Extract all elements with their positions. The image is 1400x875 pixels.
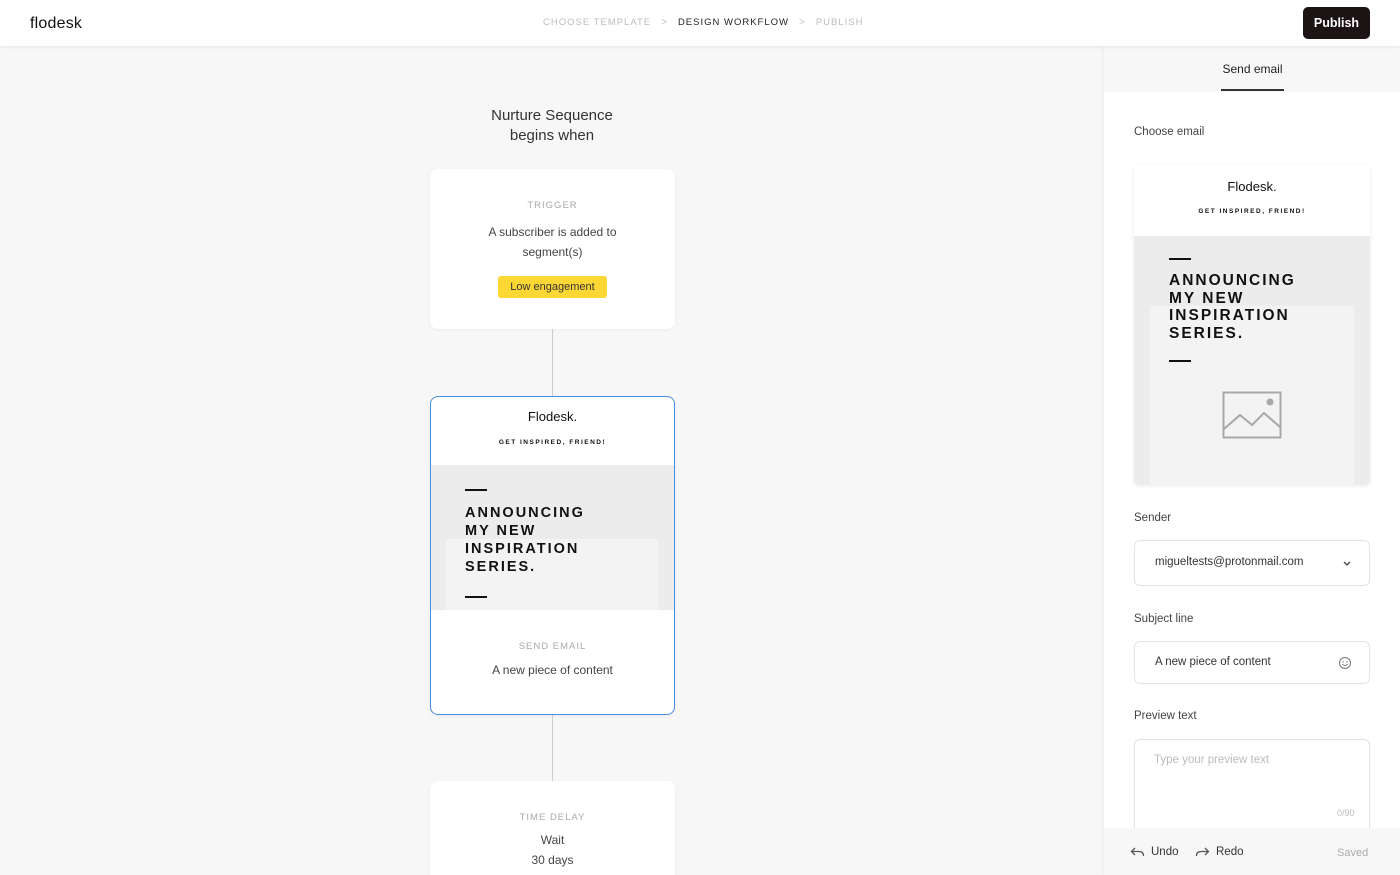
step-separator: > [661, 17, 668, 28]
trigger-label: TRIGGER [527, 200, 578, 211]
publish-button[interactable]: Publish [1303, 7, 1370, 39]
email-thumb-headline: ANNOUNCING MY NEW INSPIRATION SERIES. [465, 505, 585, 575]
send-email-settings-panel: Send email Choose email Flodesk. GET INS… [1104, 46, 1400, 875]
preview-dash-top [1169, 258, 1191, 260]
preview-tagline: GET INSPIRED, FRIEND! [1198, 208, 1306, 215]
undo-button[interactable]: Undo [1130, 846, 1179, 858]
time-delay-text-line2: 30 days [531, 853, 574, 867]
chevron-down-icon [1343, 561, 1351, 566]
subject-line-input[interactable]: A new piece of content [1134, 641, 1370, 684]
email-thumb-hero: ANNOUNCING MY NEW INSPIRATION SERIES. [431, 465, 674, 610]
preview-text-input[interactable] [1134, 739, 1370, 833]
undo-label: Undo [1151, 846, 1179, 858]
preview-dash-bottom [1169, 360, 1191, 362]
trigger-text-line1: A subscriber is added to [488, 225, 617, 239]
time-delay-text-line1: Wait [540, 833, 565, 847]
email-thumb-tagline: GET INSPIRED, FRIEND! [498, 439, 607, 446]
email-thumb-brand: Flodesk. [527, 409, 578, 424]
panel-tab-bar: Send email [1104, 46, 1400, 92]
preview-text-counter: 0/90 [1337, 808, 1355, 818]
subject-line-value: A new piece of content [1155, 656, 1271, 668]
preview-headline: ANNOUNCING MY NEW INSPIRATION SERIES. [1169, 272, 1296, 342]
flodesk-logo[interactable]: flodesk [30, 15, 82, 33]
sender-select[interactable]: migueltests@protonmail.com [1134, 540, 1370, 586]
step-choose-template[interactable]: CHOOSE TEMPLATE [543, 17, 651, 28]
connector-line [552, 715, 553, 781]
segment-badge[interactable]: Low engagement [498, 276, 607, 298]
redo-button[interactable]: Redo [1195, 846, 1244, 858]
time-delay-label: TIME DELAY [519, 812, 586, 823]
undo-icon [1130, 847, 1145, 857]
email-preview-thumbnail[interactable]: Flodesk. GET INSPIRED, FRIEND! ANNOUNCIN… [1134, 165, 1370, 485]
preview-text-label: Preview text [1134, 710, 1197, 722]
redo-icon [1195, 847, 1210, 857]
preview-brand: Flodesk. [1227, 179, 1277, 194]
connector-line [552, 329, 553, 396]
redo-label: Redo [1216, 846, 1244, 858]
sequence-title-line2: begins when [509, 127, 595, 144]
trigger-card[interactable]: TRIGGER A subscriber is added to segment… [430, 169, 675, 329]
time-delay-card[interactable]: TIME DELAY Wait 30 days [430, 781, 675, 875]
choose-email-label: Choose email [1134, 126, 1205, 138]
subject-line-label: Subject line [1134, 613, 1194, 625]
emoji-icon[interactable] [1338, 656, 1352, 670]
step-separator: > [799, 17, 806, 28]
preview-hero: ANNOUNCING MY NEW INSPIRATION SERIES. [1134, 236, 1370, 485]
trigger-text-line2: segment(s) [522, 245, 583, 259]
sequence-title: Nurture Sequence begins when [452, 106, 652, 146]
workflow-steps-breadcrumb: CHOOSE TEMPLATE > DESIGN WORKFLOW > PUBL… [543, 17, 864, 28]
tab-send-email[interactable]: Send email [1221, 62, 1284, 91]
sender-value: migueltests@protonmail.com [1155, 556, 1304, 568]
saved-status: Saved [1337, 847, 1369, 859]
send-email-card[interactable]: Flodesk. GET INSPIRED, FRIEND! ANNOUNCIN… [430, 396, 675, 715]
step-publish[interactable]: PUBLISH [816, 17, 864, 28]
email-thumb-dash-bottom [465, 596, 487, 598]
workflow-canvas[interactable]: Nurture Sequence begins when TRIGGER A s… [0, 46, 1104, 875]
image-placeholder-icon [1222, 391, 1282, 439]
sequence-title-line1: Nurture Sequence [491, 107, 613, 124]
top-bar: flodesk CHOOSE TEMPLATE > DESIGN WORKFLO… [0, 0, 1400, 46]
email-thumb-dash-top [465, 489, 487, 491]
step-design-workflow[interactable]: DESIGN WORKFLOW [678, 17, 789, 28]
send-email-subject: A new piece of content [492, 663, 613, 677]
sender-label: Sender [1134, 512, 1172, 524]
panel-footer: Undo Redo Saved [1104, 828, 1400, 875]
send-email-label: SEND EMAIL [518, 641, 587, 652]
